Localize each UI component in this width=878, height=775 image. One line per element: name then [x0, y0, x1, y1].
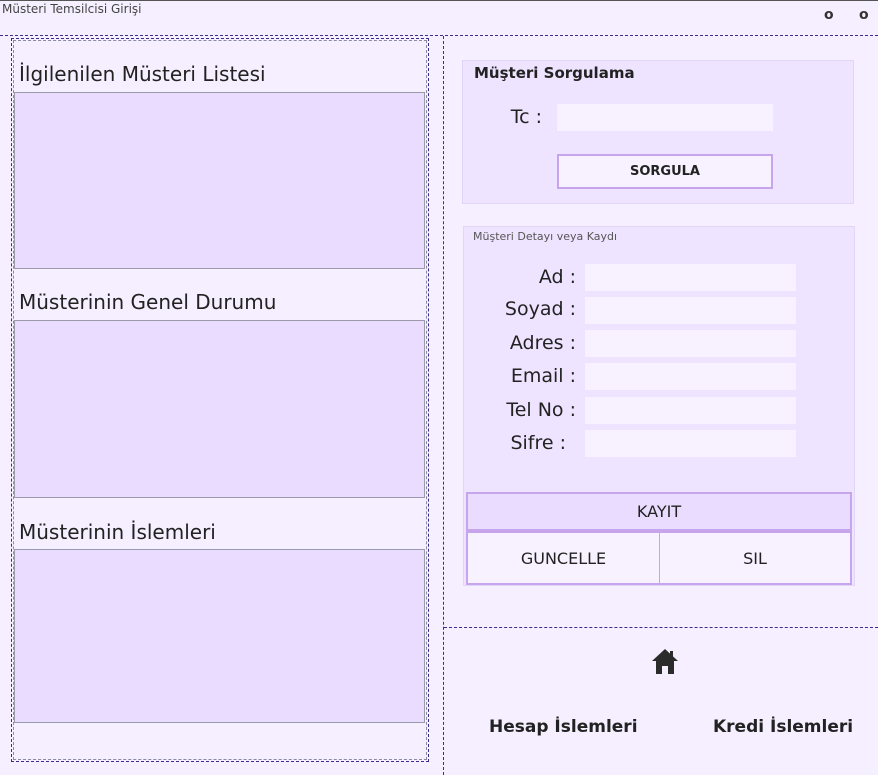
- home-icon[interactable]: [650, 646, 680, 676]
- email-label: Email :: [510, 365, 576, 387]
- customer-status-title: Müsterinin Genel Durumu: [19, 290, 277, 314]
- update-button[interactable]: GUNCELLE: [466, 531, 660, 585]
- adres-input[interactable]: [585, 330, 796, 357]
- ad-input[interactable]: [585, 264, 796, 291]
- customer-status-panel[interactable]: [14, 320, 425, 498]
- soyad-label: Soyad :: [504, 298, 576, 320]
- telno-input[interactable]: [585, 397, 796, 424]
- query-button[interactable]: SORGULA: [557, 154, 773, 189]
- sifre-label: Sifre :: [510, 432, 566, 454]
- tc-input[interactable]: [557, 104, 773, 131]
- delete-button[interactable]: SIL: [659, 531, 852, 585]
- save-button[interactable]: KAYIT: [466, 492, 852, 531]
- customer-detail-title: Müşteri Detayı veya Kaydı: [473, 230, 618, 243]
- sifre-input[interactable]: [585, 430, 796, 457]
- tc-label: Tc :: [510, 106, 542, 128]
- horizontal-divider: [444, 627, 878, 628]
- customer-list-title: İlgilenilen Müsteri Listesi: [19, 62, 266, 86]
- customer-list-panel[interactable]: [14, 92, 425, 269]
- email-input[interactable]: [585, 363, 796, 390]
- ad-label: Ad :: [538, 266, 576, 288]
- telno-label: Tel No :: [506, 399, 576, 421]
- close-button[interactable]: o: [859, 7, 869, 23]
- account-operations-link[interactable]: Hesap İslemleri: [489, 717, 638, 737]
- credit-operations-link[interactable]: Kredi İslemleri: [713, 717, 853, 737]
- soyad-input[interactable]: [585, 297, 796, 324]
- customer-transactions-panel[interactable]: [14, 549, 425, 723]
- customer-query-title: Müşteri Sorgulama: [474, 64, 635, 82]
- customer-transactions-title: Müsterinin İslemleri: [19, 520, 216, 544]
- minimize-button[interactable]: o: [824, 7, 834, 23]
- vertical-divider: [443, 36, 444, 775]
- adres-label: Adres :: [509, 332, 576, 354]
- window-title: Müsteri Temsilcisi Girişi: [2, 2, 142, 16]
